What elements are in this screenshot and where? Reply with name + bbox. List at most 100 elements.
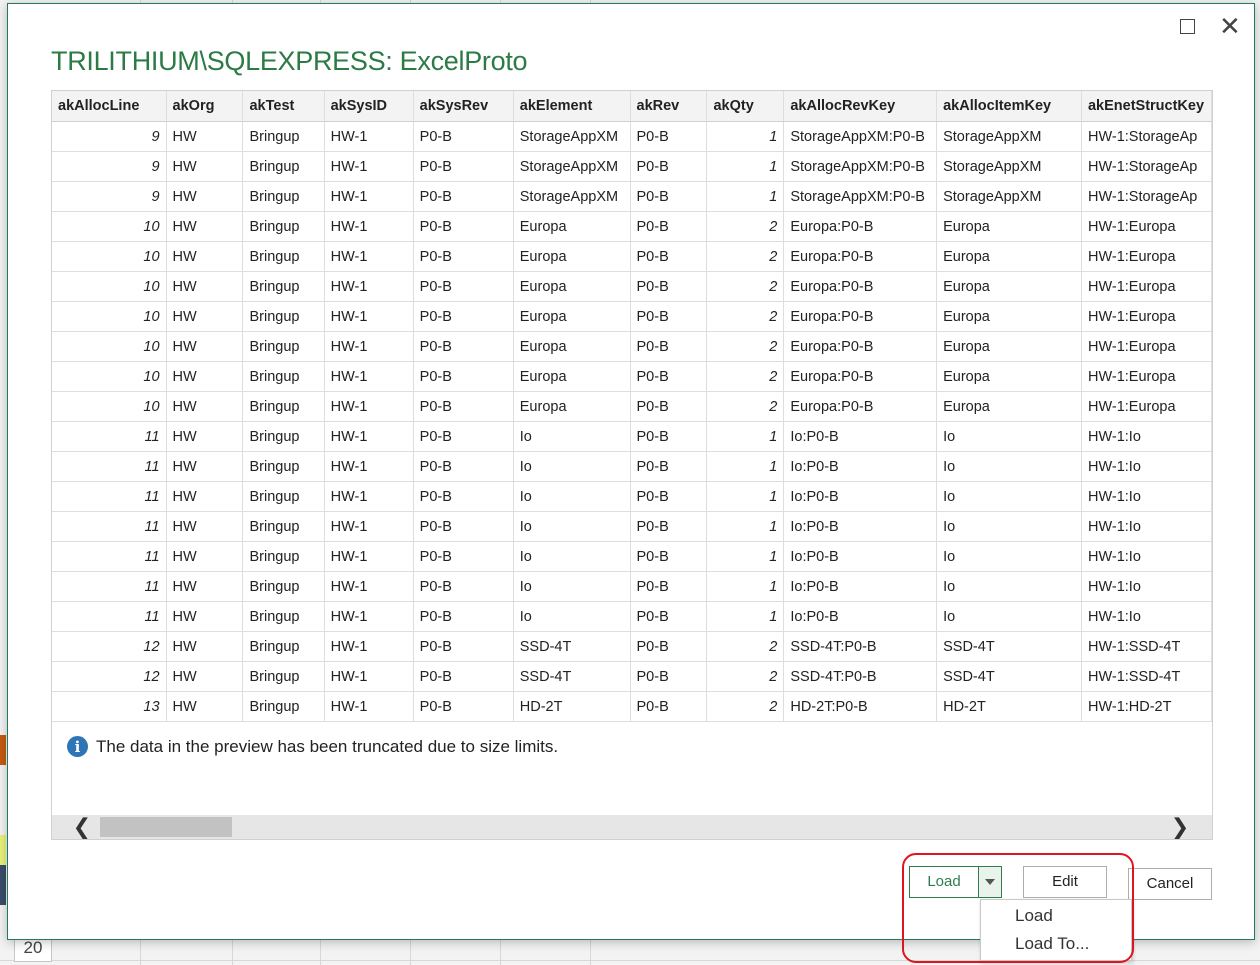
table-cell: 1 xyxy=(706,121,785,152)
table-cell: Bringup xyxy=(242,391,325,422)
table-cell: 10 xyxy=(52,331,167,362)
table-cell: P0-B xyxy=(413,331,514,362)
table-cell: Io:P0-B xyxy=(783,511,938,542)
table-cell: P0-B xyxy=(630,631,708,662)
table-cell: 1 xyxy=(706,481,785,512)
sheet-fill-mark xyxy=(0,735,6,765)
table-cell: Io xyxy=(513,451,631,482)
table-cell: HW-1:Europa xyxy=(1081,361,1212,392)
column-header[interactable]: akQty xyxy=(706,91,785,122)
table-cell: HW-1:Europa xyxy=(1081,301,1212,332)
table-cell: P0-B xyxy=(630,691,708,722)
column-header[interactable]: akElement xyxy=(513,91,631,122)
table-cell: HW-1:Europa xyxy=(1081,391,1212,422)
data-preview-pane[interactable]: akAllocLine akOrg akTest akSysID akSysRev akE… xyxy=(51,90,1213,840)
table-cell: StorageAppXM xyxy=(936,181,1082,212)
table-cell: Bringup xyxy=(242,541,325,572)
table-row: 10 HW Bringup HW-1 P0-B Europa P0-B 2 Europa:P0-… xyxy=(52,361,1212,392)
maximize-icon xyxy=(1180,19,1195,34)
table-cell: 1 xyxy=(706,601,785,632)
maximize-button[interactable] xyxy=(1170,14,1202,42)
table-cell: HW-1 xyxy=(324,451,414,482)
column-header[interactable]: akOrg xyxy=(166,91,244,122)
table-cell: Europa xyxy=(513,271,631,302)
scroll-left-icon[interactable]: ❮ xyxy=(70,815,94,839)
table-cell: P0-B xyxy=(413,271,514,302)
table-cell: 11 xyxy=(52,481,167,512)
table-cell: 2 xyxy=(706,691,785,722)
table-cell: P0-B xyxy=(630,331,708,362)
table-cell: Bringup xyxy=(242,211,325,242)
navigator-preview-dialog: ✕ TRILITHIUM\SQLEXPRESS: ExcelProto akAl… xyxy=(7,3,1255,961)
table-cell: HW xyxy=(166,331,244,362)
table-cell: P0-B xyxy=(413,301,514,332)
column-header[interactable]: akAllocItemKey xyxy=(936,91,1082,122)
column-header[interactable]: akEnetStructKey xyxy=(1081,91,1212,122)
table-cell: Io xyxy=(513,571,631,602)
table-cell: Io xyxy=(936,481,1082,512)
table-cell: StorageAppXM:P0-B xyxy=(783,121,938,152)
table-cell: HW-1:Io xyxy=(1081,571,1212,602)
cancel-button[interactable]: Cancel xyxy=(1128,868,1212,900)
table-cell: 10 xyxy=(52,361,167,392)
table-cell: SSD-4T:P0-B xyxy=(783,661,938,692)
table-cell: StorageAppXM xyxy=(513,121,631,152)
table-cell: Europa:P0-B xyxy=(783,211,938,242)
table-cell: Europa xyxy=(513,241,631,272)
column-header[interactable]: akSysRev xyxy=(413,91,514,122)
table-cell: SSD-4T xyxy=(936,661,1082,692)
table-cell: SSD-4T xyxy=(513,661,631,692)
table-cell: HW-1:SSD-4T xyxy=(1081,631,1212,662)
table-cell: P0-B xyxy=(630,541,708,572)
table-cell: Bringup xyxy=(242,331,325,362)
table-cell: Europa xyxy=(936,241,1082,272)
table-cell: Io:P0-B xyxy=(783,481,938,512)
table-cell: HW-1 xyxy=(324,571,414,602)
table-cell: P0-B xyxy=(413,391,514,422)
column-header[interactable]: akRev xyxy=(630,91,708,122)
table-cell: 13 xyxy=(52,691,167,722)
horizontal-scrollbar[interactable]: ❮ ❯ xyxy=(52,815,1212,839)
table-cell: HD-2T:P0-B xyxy=(783,691,938,722)
table-cell: 2 xyxy=(706,391,785,422)
table-row: 11 HW Bringup HW-1 P0-B Io P0-B 1 Io:P0-B Io HW-1:… xyxy=(52,541,1212,572)
table-cell: HW-1:Europa xyxy=(1081,271,1212,302)
sheet-fill-mark xyxy=(0,835,6,865)
table-cell: 10 xyxy=(52,241,167,272)
table-cell: 1 xyxy=(706,181,785,212)
table-cell: 10 xyxy=(52,211,167,242)
table-cell: Bringup xyxy=(242,421,325,452)
table-cell: Europa:P0-B xyxy=(783,391,938,422)
preview-table[interactable]: akAllocLine akOrg akTest akSysID akSysRev akE… xyxy=(52,91,1212,722)
table-cell: Europa xyxy=(513,211,631,242)
table-cell: P0-B xyxy=(413,481,514,512)
table-cell: HW xyxy=(166,421,244,452)
column-header[interactable]: akSysID xyxy=(324,91,414,122)
table-cell: HW-1:SSD-4T xyxy=(1081,661,1212,692)
table-cell: Europa xyxy=(936,391,1082,422)
column-header[interactable]: akTest xyxy=(242,91,325,122)
table-row: 11 HW Bringup HW-1 P0-B Io P0-B 1 Io:P0-B Io HW-1:… xyxy=(52,421,1212,452)
table-cell: HW-1:Europa xyxy=(1081,241,1212,272)
table-cell: HW-1 xyxy=(324,331,414,362)
table-cell: Bringup xyxy=(242,631,325,662)
table-cell: P0-B xyxy=(630,661,708,692)
scroll-thumb[interactable] xyxy=(100,817,232,837)
scroll-right-icon[interactable]: ❯ xyxy=(1168,815,1192,839)
column-header[interactable]: akAllocLine xyxy=(52,91,167,122)
close-button[interactable]: ✕ xyxy=(1215,13,1247,42)
table-cell: 12 xyxy=(52,631,167,662)
table-cell: Io:P0-B xyxy=(783,541,938,572)
table-cell: 10 xyxy=(52,391,167,422)
table-row: 12 HW Bringup HW-1 P0-B SSD-4T P0-B 2 SSD-4T:P0-… xyxy=(52,631,1212,662)
table-cell: HW-1 xyxy=(324,241,414,272)
table-cell: Io xyxy=(936,421,1082,452)
column-header[interactable]: akAllocRevKey xyxy=(783,91,938,122)
table-cell: HW xyxy=(166,571,244,602)
table-cell: P0-B xyxy=(630,211,708,242)
table-cell: Bringup xyxy=(242,271,325,302)
table-cell: P0-B xyxy=(630,421,708,452)
table-cell: HD-2T xyxy=(513,691,631,722)
table-cell: HW-1 xyxy=(324,301,414,332)
table-cell: Bringup xyxy=(242,121,325,152)
